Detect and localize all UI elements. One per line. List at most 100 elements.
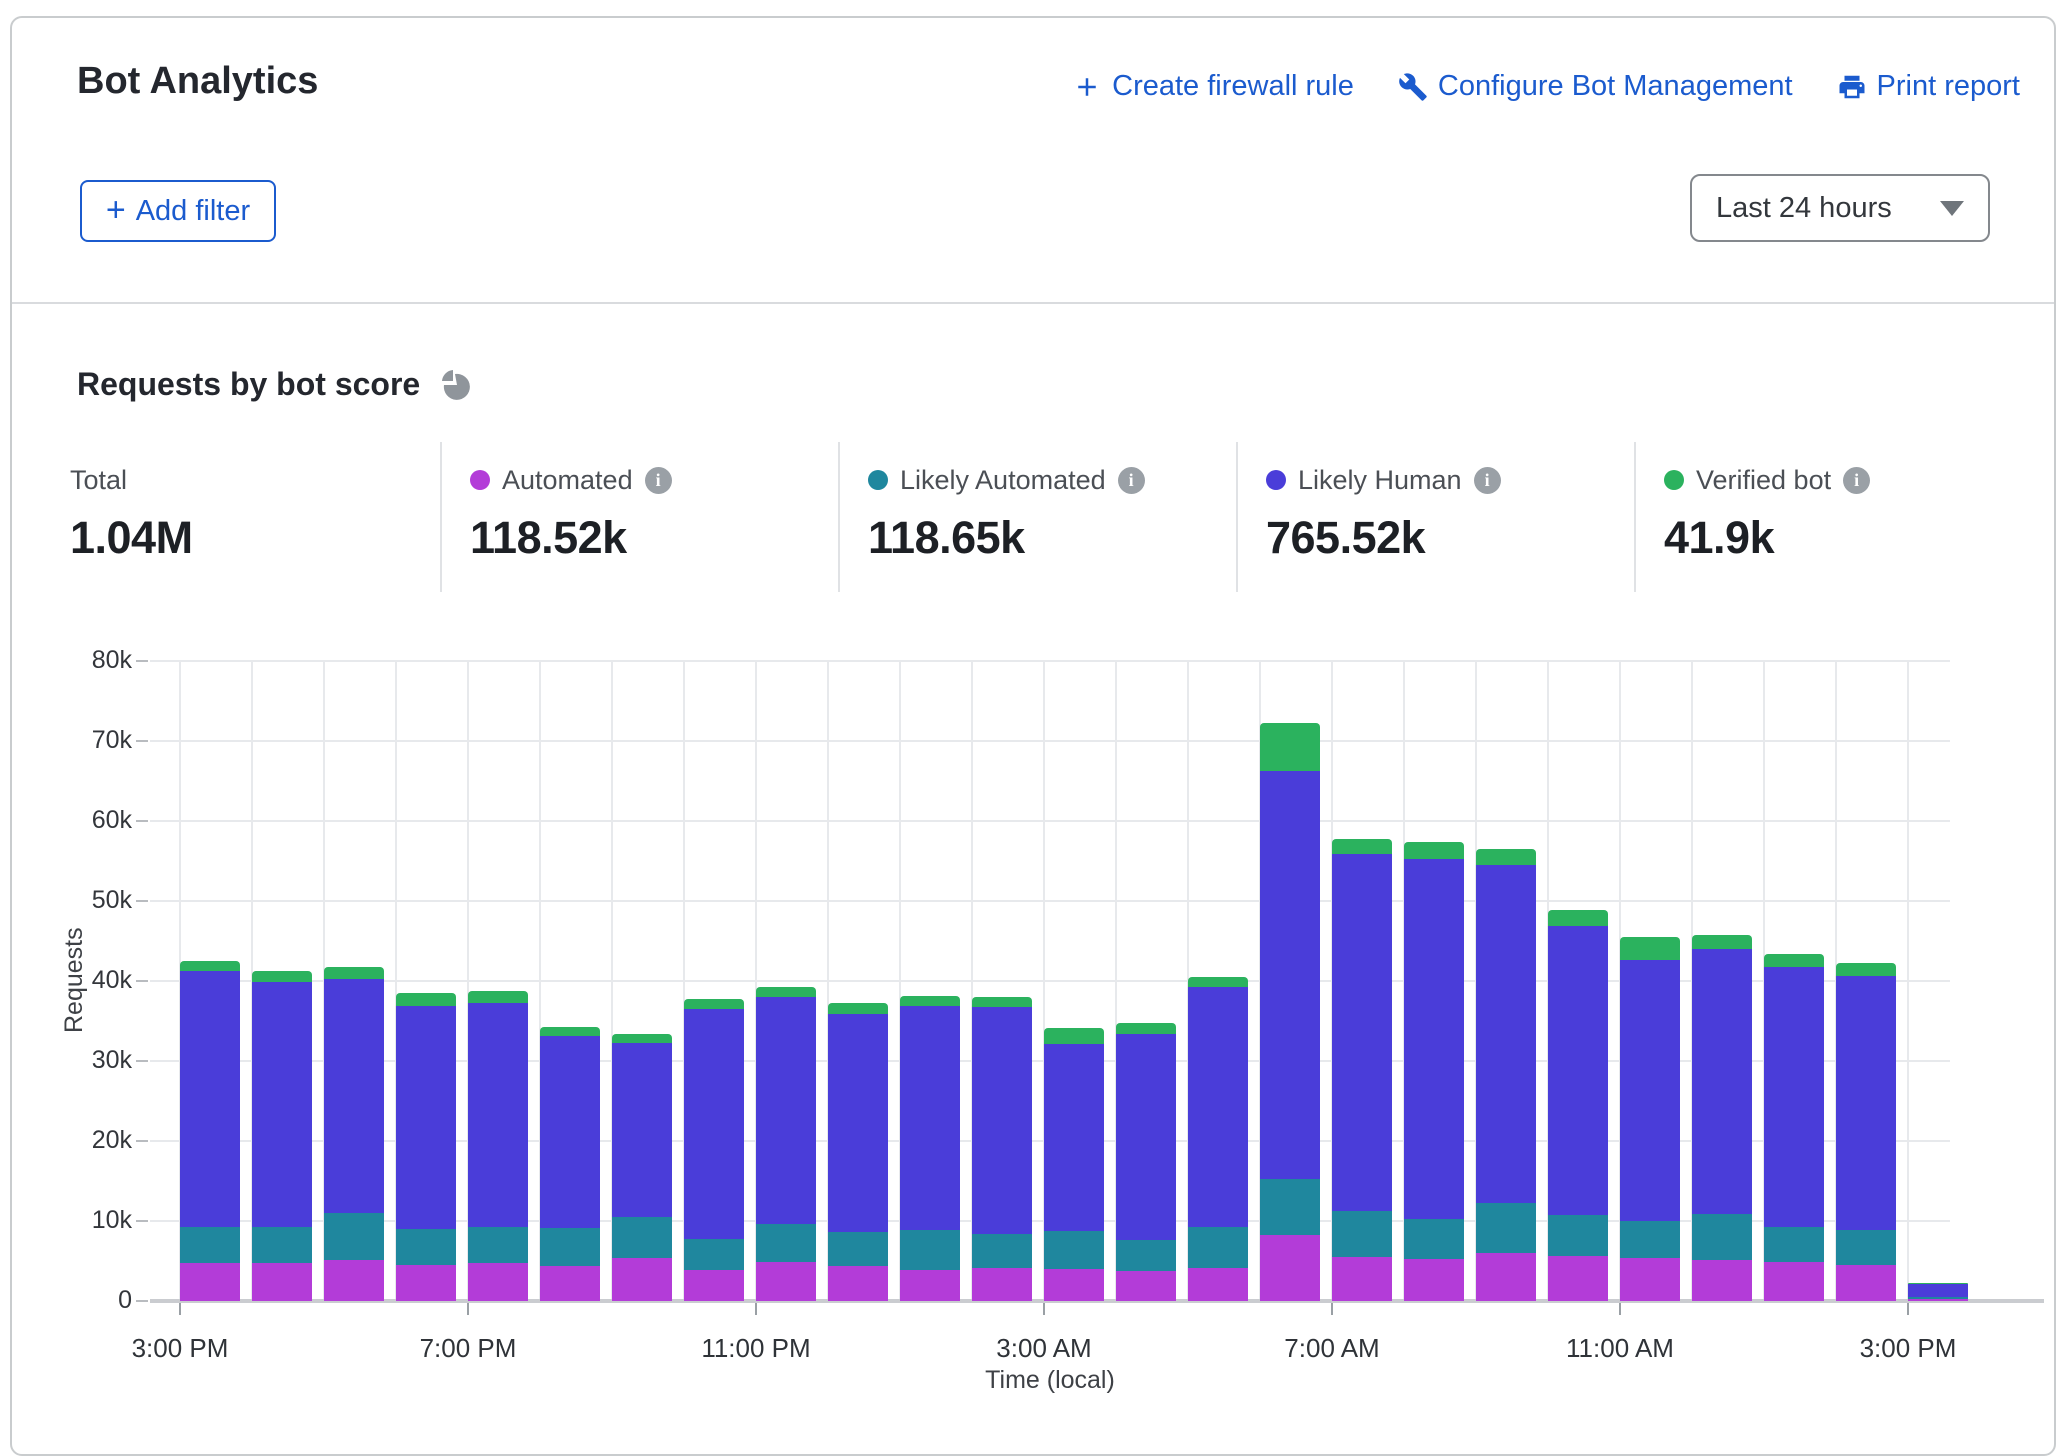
likely-automated-segment — [1620, 1221, 1680, 1258]
bar-6-00-pm-3[interactable] — [396, 993, 456, 1301]
likely-automated-segment — [972, 1234, 1032, 1268]
verified-bot-segment — [324, 967, 384, 979]
x-axis-title: Time (local) — [900, 1366, 1200, 1395]
automated-segment — [1044, 1269, 1104, 1301]
verified-bot-segment — [1620, 937, 1680, 960]
y-tick-label: 20k — [42, 1126, 132, 1155]
likely-human-segment — [1620, 960, 1680, 1221]
x-tick-label: 3:00 PM — [90, 1333, 270, 1364]
likely-automated-segment — [1116, 1240, 1176, 1270]
verified-bot-segment — [1332, 839, 1392, 854]
verified-bot-segment — [1476, 849, 1536, 865]
verified-bot-segment — [468, 991, 528, 1004]
likely-human-segment — [396, 1006, 456, 1229]
x-tick-mark — [755, 1303, 757, 1315]
likely-automated-segment — [324, 1213, 384, 1260]
x-tick-label: 3:00 AM — [954, 1333, 1134, 1364]
bar-9-00-am-18[interactable] — [1476, 849, 1536, 1301]
likely-human-segment — [1044, 1044, 1104, 1230]
likely-automated-segment — [1692, 1214, 1752, 1260]
likely-automated-segment — [1764, 1227, 1824, 1262]
bar-7-00-am-16[interactable] — [1332, 839, 1392, 1301]
bar-12-00-am-9[interactable] — [828, 1003, 888, 1301]
likely-automated-segment — [1188, 1227, 1248, 1268]
bar-4-00-am-13[interactable] — [1116, 1023, 1176, 1301]
verified-bot-segment — [1404, 842, 1464, 859]
likely-automated-segment — [684, 1239, 744, 1270]
automated-segment — [1260, 1235, 1320, 1301]
bar-2-00-pm-23[interactable] — [1836, 963, 1896, 1301]
automated-segment — [612, 1258, 672, 1301]
x-tick-mark — [1907, 1303, 1909, 1315]
likely-human-segment — [1332, 854, 1392, 1211]
y-tick-label: 40k — [42, 966, 132, 995]
x-tick-label: 7:00 AM — [1242, 1333, 1422, 1364]
bar-12-00-pm-21[interactable] — [1692, 935, 1752, 1301]
y-tick-label: 60k — [42, 806, 132, 835]
bar-2-00-am-11[interactable] — [972, 997, 1032, 1301]
y-gridline — [150, 740, 1950, 742]
automated-segment — [684, 1270, 744, 1301]
likely-automated-segment — [1836, 1230, 1896, 1265]
likely-human-segment — [1692, 949, 1752, 1214]
likely-human-segment — [180, 971, 240, 1228]
bar-3-00-pm-24[interactable] — [1908, 1283, 1968, 1301]
y-tick-label: 10k — [42, 1206, 132, 1235]
likely-human-segment — [1836, 976, 1896, 1230]
bar-4-00-pm-1[interactable] — [252, 971, 312, 1301]
y-tick-mark — [136, 1060, 148, 1062]
x-gridline — [1907, 661, 1909, 1301]
automated-segment — [1116, 1271, 1176, 1301]
bar-9-00-pm-6[interactable] — [612, 1034, 672, 1301]
likely-automated-segment — [396, 1229, 456, 1265]
likely-automated-segment — [252, 1227, 312, 1263]
bar-11-00-am-20[interactable] — [1620, 937, 1680, 1301]
automated-segment — [540, 1266, 600, 1301]
verified-bot-segment — [1044, 1028, 1104, 1044]
automated-segment — [1188, 1268, 1248, 1301]
y-tick-mark — [136, 1300, 148, 1302]
bar-11-00-pm-8[interactable] — [756, 987, 816, 1301]
likely-automated-segment — [1044, 1231, 1104, 1269]
bar-3-00-pm-0[interactable] — [180, 961, 240, 1301]
likely-human-segment — [1116, 1034, 1176, 1240]
bar-10-00-am-19[interactable] — [1548, 910, 1608, 1301]
automated-segment — [1404, 1259, 1464, 1301]
automated-segment — [1908, 1299, 1968, 1301]
bar-3-00-am-12[interactable] — [1044, 1028, 1104, 1301]
bar-5-00-am-14[interactable] — [1188, 977, 1248, 1301]
bar-7-00-pm-4[interactable] — [468, 991, 528, 1301]
bar-8-00-am-17[interactable] — [1404, 842, 1464, 1301]
automated-segment — [1764, 1262, 1824, 1301]
likely-human-segment — [972, 1007, 1032, 1233]
bar-8-00-pm-5[interactable] — [540, 1027, 600, 1301]
verified-bot-segment — [1836, 963, 1896, 977]
x-tick-label: 11:00 PM — [666, 1333, 846, 1364]
verified-bot-segment — [684, 999, 744, 1009]
likely-human-segment — [1764, 967, 1824, 1226]
y-tick-label: 70k — [42, 726, 132, 755]
x-tick-label: 11:00 AM — [1530, 1333, 1710, 1364]
likely-human-segment — [324, 979, 384, 1213]
likely-automated-segment — [180, 1227, 240, 1263]
likely-automated-segment — [828, 1232, 888, 1266]
y-gridline — [150, 980, 1950, 982]
bar-1-00-pm-22[interactable] — [1764, 954, 1824, 1301]
likely-human-segment — [540, 1036, 600, 1228]
verified-bot-segment — [1764, 954, 1824, 968]
verified-bot-segment — [756, 987, 816, 997]
likely-automated-segment — [540, 1228, 600, 1266]
bar-5-00-pm-2[interactable] — [324, 967, 384, 1301]
y-tick-mark — [136, 660, 148, 662]
x-tick-mark — [179, 1303, 181, 1315]
likely-automated-segment — [1476, 1203, 1536, 1253]
automated-segment — [396, 1265, 456, 1301]
automated-segment — [1332, 1257, 1392, 1301]
automated-segment — [1620, 1258, 1680, 1301]
likely-human-segment — [1908, 1284, 1968, 1297]
bar-10-00-pm-7[interactable] — [684, 999, 744, 1301]
bar-6-00-am-15[interactable] — [1260, 723, 1320, 1301]
likely-automated-segment — [468, 1227, 528, 1263]
requests-by-bot-score-chart: Requests 010k20k30k40k50k60k70k80k3:00 P… — [0, 0, 2070, 1394]
bar-1-00-am-10[interactable] — [900, 996, 960, 1301]
